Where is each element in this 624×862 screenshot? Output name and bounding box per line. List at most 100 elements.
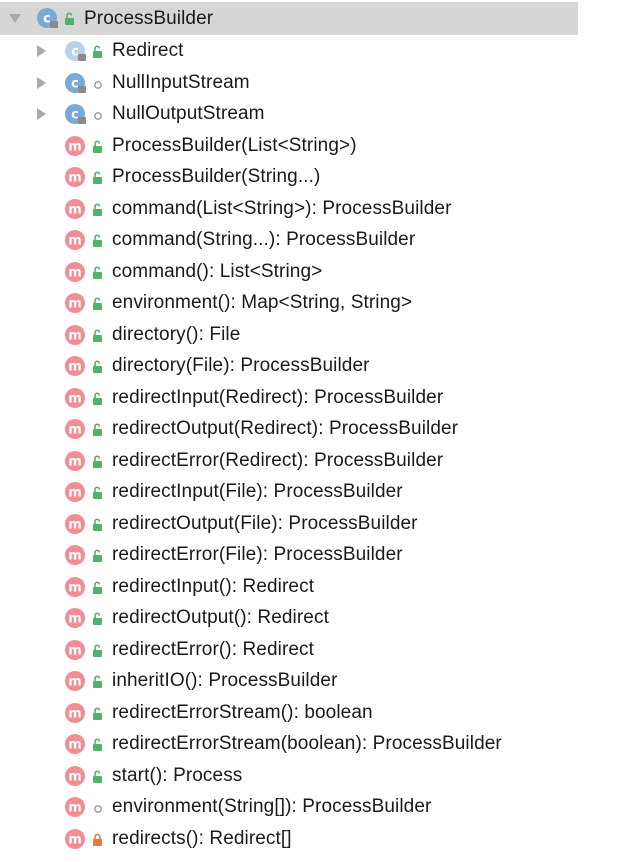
- svg-text:c: c: [43, 12, 51, 27]
- package-private-icon: [92, 75, 104, 89]
- svg-text:m: m: [68, 454, 82, 469]
- svg-text:m: m: [68, 423, 82, 438]
- private-lock-icon: [92, 831, 104, 846]
- tree-node-method[interactable]: m redirectError(File): ProcessBuilder: [0, 539, 624, 571]
- public-lock-icon: [92, 547, 104, 562]
- node-label: ProcessBuilder(String...): [112, 166, 321, 187]
- svg-text:m: m: [68, 549, 82, 564]
- node-label: redirectError(Redirect): ProcessBuilder: [112, 449, 444, 471]
- method-icon: m: [64, 828, 86, 850]
- svg-text:m: m: [68, 171, 82, 186]
- tree-node-method[interactable]: m start(): Process: [0, 760, 624, 792]
- svg-text:c: c: [71, 76, 79, 91]
- tree-node-method[interactable]: m ProcessBuilder(List<String>): [0, 130, 624, 162]
- tree-node-method[interactable]: m command(List<String>): ProcessBuilder: [0, 193, 624, 225]
- node-label: redirectOutput(Redirect): ProcessBuilder: [112, 418, 459, 439]
- tree-node-processbuilder[interactable]: c ProcessBuilder: [0, 2, 578, 35]
- node-label: redirectInput(File): ProcessBuilder: [112, 481, 403, 502]
- method-icon: m: [64, 702, 86, 724]
- svg-text:m: m: [68, 391, 82, 406]
- tree-node-method[interactable]: m directory(File): ProcessBuilder: [0, 350, 624, 382]
- node-label: inheritIO(): ProcessBuilder: [112, 670, 338, 691]
- method-icon: m: [64, 513, 86, 535]
- node-label: command(String...): ProcessBuilder: [112, 229, 416, 250]
- method-icon: m: [64, 544, 86, 566]
- public-lock-icon: [92, 673, 104, 688]
- abstract-class-icon: c: [64, 40, 86, 62]
- tree-node-method[interactable]: m directory(): File: [0, 319, 624, 351]
- node-label: ProcessBuilder(List<String>): [112, 134, 357, 156]
- tree-node-method[interactable]: m redirectError(Redirect): ProcessBuilder: [0, 445, 624, 477]
- tree-node-method[interactable]: m ProcessBuilder(String...): [0, 161, 624, 193]
- svg-text:m: m: [68, 328, 82, 343]
- chevron-right-icon[interactable]: [37, 108, 46, 120]
- method-icon: m: [64, 670, 86, 692]
- tree-node-nulloutputstream[interactable]: c NullOutputStream: [0, 98, 624, 130]
- tree-node-method[interactable]: m redirectInput(): Redirect: [0, 571, 624, 603]
- chevron-right-icon[interactable]: [37, 76, 46, 89]
- public-lock-icon: [92, 264, 104, 279]
- method-icon: m: [64, 639, 86, 661]
- public-lock-icon: [64, 10, 76, 25]
- public-lock-icon: [92, 138, 104, 153]
- class-icon: c: [64, 72, 86, 94]
- svg-text:m: m: [68, 265, 82, 280]
- tree-node-method[interactable]: m redirects(): Redirect[]: [0, 823, 624, 855]
- method-icon: m: [64, 450, 86, 472]
- chevron-down-icon[interactable]: [9, 14, 21, 23]
- svg-text:m: m: [68, 675, 82, 690]
- svg-text:m: m: [68, 297, 82, 312]
- package-private-icon: [92, 799, 104, 813]
- package-private-icon: [92, 106, 104, 120]
- method-icon: m: [64, 387, 86, 409]
- tree-node-method[interactable]: m redirectError(): Redirect: [0, 634, 624, 666]
- method-icon: m: [64, 166, 86, 188]
- method-icon: m: [64, 765, 86, 787]
- method-icon: m: [64, 796, 86, 818]
- public-lock-icon: [92, 768, 104, 783]
- node-label: NullOutputStream: [112, 103, 265, 124]
- public-lock-icon: [92, 390, 104, 405]
- public-lock-icon: [92, 43, 104, 58]
- method-icon: m: [64, 324, 86, 346]
- tree-node-method[interactable]: m inheritIO(): ProcessBuilder: [0, 665, 624, 697]
- node-label: directory(File): ProcessBuilder: [112, 355, 370, 376]
- method-icon: m: [64, 261, 86, 283]
- public-lock-icon: [92, 610, 104, 625]
- node-label: redirectOutput(): Redirect: [112, 607, 329, 628]
- public-lock-icon: [92, 295, 104, 310]
- tree-node-method[interactable]: m command(): List<String>: [0, 256, 624, 288]
- tree-node-method[interactable]: m command(String...): ProcessBuilder: [0, 224, 624, 256]
- tree-node-redirect[interactable]: c Redirect: [0, 35, 624, 67]
- tree-node-method[interactable]: m environment(String[]): ProcessBuilder: [0, 791, 624, 823]
- method-icon: m: [64, 607, 86, 629]
- node-label: redirectOutput(File): ProcessBuilder: [112, 512, 418, 534]
- method-icon: m: [64, 135, 86, 157]
- tree-node-nullinputstream[interactable]: c NullInputStream: [0, 67, 624, 99]
- tree-node-method[interactable]: m redirectErrorStream(boolean): ProcessBu…: [0, 728, 624, 760]
- method-icon: m: [64, 229, 86, 251]
- method-icon: m: [64, 355, 86, 377]
- node-label: redirectError(): Redirect: [112, 638, 315, 660]
- public-lock-icon: [92, 201, 104, 216]
- public-lock-icon: [92, 169, 104, 184]
- method-icon: m: [64, 292, 86, 314]
- node-label: ProcessBuilder: [84, 8, 214, 29]
- svg-text:m: m: [68, 769, 82, 784]
- public-lock-icon: [92, 327, 104, 342]
- method-icon: m: [64, 576, 86, 598]
- node-label: redirectInput(Redirect): ProcessBuilder: [112, 386, 444, 408]
- tree-node-method[interactable]: m redirectOutput(Redirect): ProcessBuilde…: [0, 413, 624, 445]
- tree-node-method[interactable]: m redirectInput(Redirect): ProcessBuilder: [0, 382, 624, 414]
- tree-node-method[interactable]: m redirectErrorStream(): boolean: [0, 697, 624, 729]
- class-icon: c: [36, 7, 58, 29]
- svg-text:m: m: [68, 139, 82, 154]
- tree-node-method[interactable]: m environment(): Map<String, String>: [0, 287, 624, 319]
- tree-node-method[interactable]: m redirectOutput(File): ProcessBuilder: [0, 508, 624, 540]
- tree-node-method[interactable]: m redirectOutput(): Redirect: [0, 602, 624, 634]
- node-label: command(): List<String>: [112, 260, 323, 282]
- svg-text:m: m: [68, 202, 82, 217]
- tree-node-method[interactable]: m redirectInput(File): ProcessBuilder: [0, 476, 624, 508]
- svg-text:m: m: [68, 738, 82, 753]
- chevron-right-icon[interactable]: [37, 45, 46, 57]
